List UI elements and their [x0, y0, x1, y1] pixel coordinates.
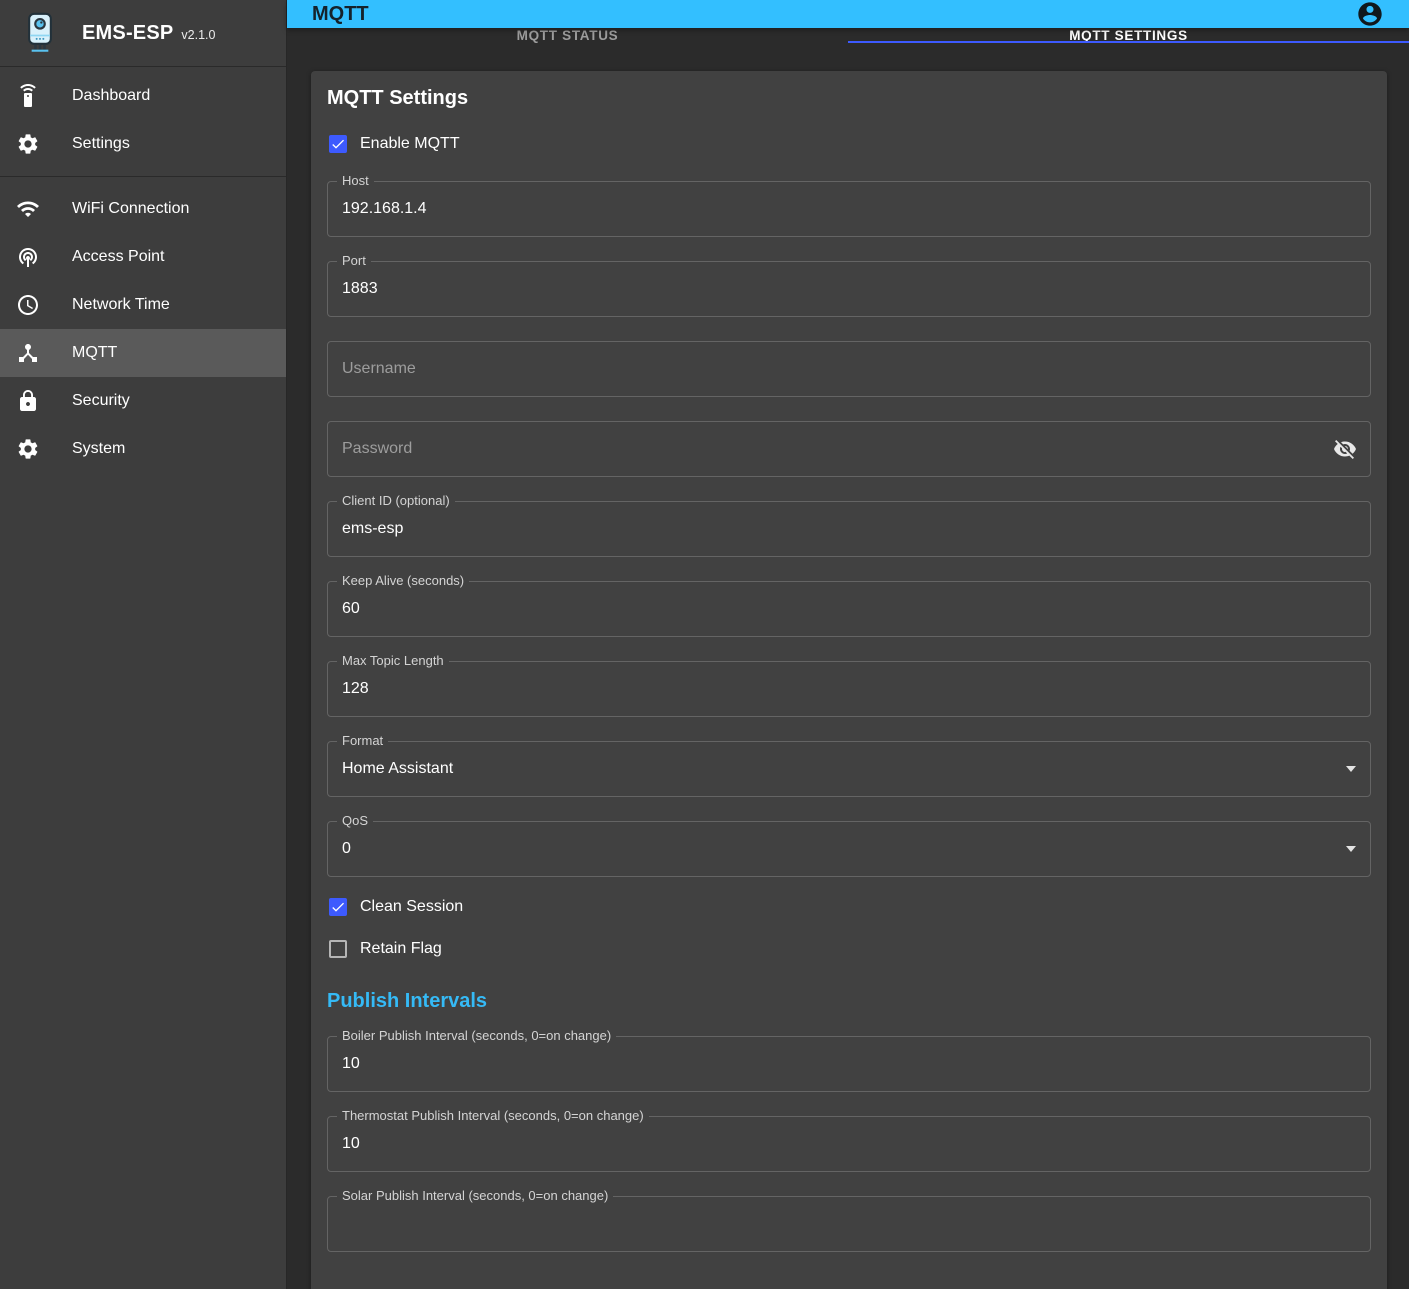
page-title: MQTT — [312, 3, 1356, 26]
thermostat-publish-interval-field-group: Thermostat Publish Interval (seconds, 0=… — [327, 1108, 1371, 1172]
solar-publish-interval-input[interactable] — [328, 1215, 1370, 1233]
keep-alive-field-label: Keep Alive (seconds) — [337, 573, 469, 589]
publish-intervals-heading: Publish Intervals — [327, 990, 1371, 1013]
dropdown-caret-icon — [1346, 766, 1356, 772]
host-input[interactable] — [328, 200, 1370, 218]
sidebar-item-label: Settings — [72, 135, 130, 153]
sidebar-item-access-point[interactable]: Access Point — [0, 233, 286, 281]
keep-alive-input[interactable] — [328, 600, 1370, 618]
thermostat-publish-interval-label: Thermostat Publish Interval (seconds, 0=… — [337, 1108, 649, 1124]
lock-icon — [16, 389, 40, 413]
sidebar-item-label: System — [72, 440, 125, 458]
dropdown-caret-icon — [1346, 846, 1356, 852]
username-field-group — [327, 333, 1371, 397]
qos-field-group: QoS 0 — [327, 813, 1371, 877]
qos-field-label: QoS — [337, 813, 373, 829]
content-area: MQTT Settings Enable MQTT Host Port — [287, 43, 1409, 1289]
enable-mqtt-row: Enable MQTT — [327, 134, 1371, 154]
retain-flag-checkbox[interactable] — [329, 940, 347, 958]
boiler-publish-interval-label: Boiler Publish Interval (seconds, 0=on c… — [337, 1028, 616, 1044]
host-field-group: Host — [327, 173, 1371, 237]
client-id-field-group: Client ID (optional) — [327, 493, 1371, 557]
max-topic-length-field-group: Max Topic Length — [327, 653, 1371, 717]
sidebar-item-label: WiFi Connection — [72, 200, 189, 218]
tab-bar: MQTT STATUS MQTT SETTINGS — [287, 28, 1409, 43]
sidebar-item-mqtt[interactable]: MQTT — [0, 329, 286, 377]
enable-mqtt-label: Enable MQTT — [360, 135, 460, 153]
main-area: MQTT MQTT STATUS MQTT SETTINGS MQTT Sett… — [287, 0, 1409, 1289]
retain-flag-row: Retain Flag — [327, 939, 1371, 959]
sidebar-item-label: Access Point — [72, 248, 164, 266]
sidebar: EMS-ESP v2.1.0 Dashboard Settings WiFi C… — [0, 0, 287, 1289]
sidebar-header: EMS-ESP v2.1.0 — [0, 0, 286, 67]
format-field-group: Format Home Assistant — [327, 733, 1371, 797]
port-field-group: Port — [327, 253, 1371, 317]
appbar: MQTT — [287, 0, 1409, 28]
sidebar-item-system[interactable]: System — [0, 425, 286, 473]
port-field-label: Port — [337, 253, 371, 269]
app-name: EMS-ESP — [82, 22, 173, 45]
tab-mqtt-status[interactable]: MQTT STATUS — [287, 28, 848, 43]
username-input[interactable] — [328, 360, 1370, 378]
sidebar-item-label: Security — [72, 392, 130, 410]
solar-publish-interval-field-group: Solar Publish Interval (seconds, 0=on ch… — [327, 1188, 1371, 1252]
sidebar-item-network-time[interactable]: Network Time — [0, 281, 286, 329]
sidebar-item-label: MQTT — [72, 344, 117, 362]
tab-label: MQTT SETTINGS — [1069, 28, 1188, 43]
boiler-publish-interval-input[interactable] — [328, 1055, 1370, 1073]
qos-select[interactable]: 0 — [327, 821, 1371, 877]
format-select[interactable]: Home Assistant — [327, 741, 1371, 797]
clean-session-checkbox[interactable] — [329, 898, 347, 916]
thermostat-publish-interval-input[interactable] — [328, 1135, 1370, 1153]
card-title: MQTT Settings — [327, 87, 1371, 110]
sidebar-nav-primary: Dashboard Settings — [0, 67, 286, 176]
solar-publish-interval-label: Solar Publish Interval (seconds, 0=on ch… — [337, 1188, 613, 1204]
sidebar-item-security[interactable]: Security — [0, 377, 286, 425]
clean-session-label: Clean Session — [360, 898, 463, 916]
device-hub-icon — [16, 341, 40, 365]
keep-alive-field-group: Keep Alive (seconds) — [327, 573, 1371, 637]
port-input[interactable] — [328, 280, 1370, 298]
mqtt-settings-card: MQTT Settings Enable MQTT Host Port — [311, 71, 1387, 1289]
client-id-field-label: Client ID (optional) — [337, 493, 455, 509]
app-logo — [20, 11, 60, 55]
sidebar-item-dashboard[interactable]: Dashboard — [0, 72, 286, 120]
wifi-tethering-icon — [16, 245, 40, 269]
password-input[interactable] — [328, 440, 1370, 458]
password-field-group — [327, 413, 1371, 477]
clean-session-row: Clean Session — [327, 897, 1371, 917]
clock-icon — [16, 293, 40, 317]
tab-mqtt-settings[interactable]: MQTT SETTINGS — [848, 28, 1409, 43]
account-circle-icon[interactable] — [1356, 0, 1384, 28]
sidebar-item-label: Dashboard — [72, 87, 150, 105]
format-field-label: Format — [337, 733, 388, 749]
sidebar-nav-secondary: WiFi Connection Access Point Network Tim… — [0, 177, 286, 481]
enable-mqtt-checkbox[interactable] — [329, 135, 347, 153]
sidebar-item-wifi-connection[interactable]: WiFi Connection — [0, 185, 286, 233]
qos-select-value: 0 — [328, 840, 1346, 858]
host-field-label: Host — [337, 173, 374, 189]
boiler-publish-interval-field-group: Boiler Publish Interval (seconds, 0=on c… — [327, 1028, 1371, 1092]
gear-icon — [16, 437, 40, 461]
settings-remote-icon — [16, 84, 40, 108]
gear-icon — [16, 132, 40, 156]
retain-flag-label: Retain Flag — [360, 940, 442, 958]
client-id-input[interactable] — [328, 520, 1370, 538]
wifi-icon — [16, 197, 40, 221]
tab-label: MQTT STATUS — [517, 28, 619, 43]
format-select-value: Home Assistant — [328, 760, 1346, 778]
sidebar-item-label: Network Time — [72, 296, 170, 314]
max-topic-length-input[interactable] — [328, 680, 1370, 698]
app-version: v2.1.0 — [181, 28, 215, 42]
visibility-off-icon[interactable] — [1333, 437, 1357, 461]
sidebar-item-settings[interactable]: Settings — [0, 120, 286, 168]
max-topic-length-field-label: Max Topic Length — [337, 653, 449, 669]
